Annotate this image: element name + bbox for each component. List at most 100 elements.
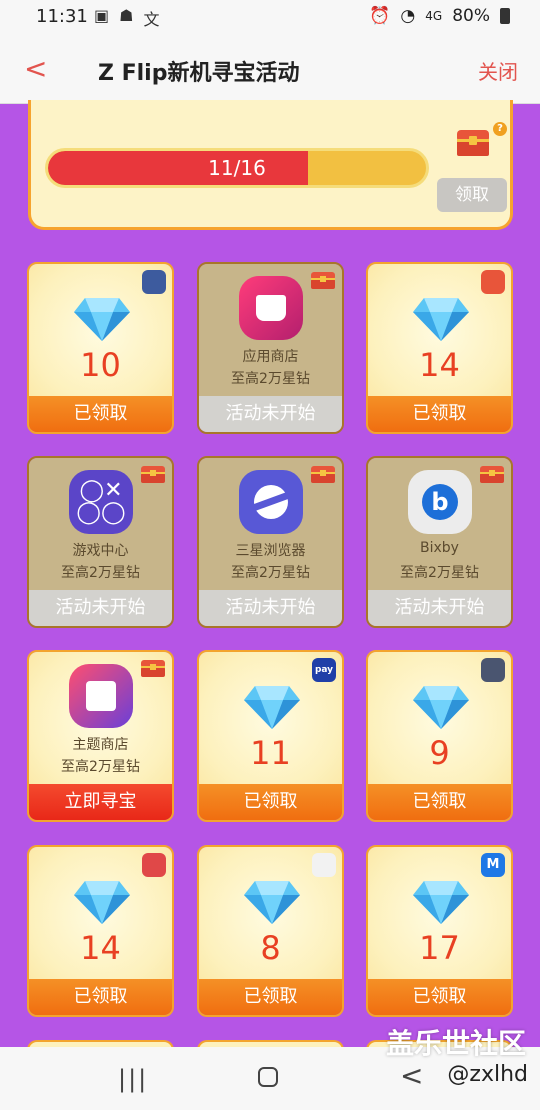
reward-card[interactable]: 17 M 已领取 xyxy=(366,845,513,1017)
app-card[interactable]: 应用商店至高2万星钻活动未开始 xyxy=(197,262,344,434)
nav-back-button[interactable]: < xyxy=(400,1059,423,1092)
card-body: 17 M xyxy=(368,847,511,983)
members-icon: M xyxy=(481,853,505,877)
status-time: 11:31 xyxy=(36,6,88,27)
start-hunt-button[interactable]: 立即寻宝 xyxy=(29,784,172,820)
wallet-icon xyxy=(142,853,166,877)
reward-value: 14 xyxy=(419,346,460,384)
watermark-handle: @zxlhd xyxy=(447,1062,528,1087)
progress-card: 11/16 ? 领取 xyxy=(28,100,513,230)
close-button[interactable]: 关闭 xyxy=(478,56,518,85)
app-card[interactable]: b Bixby 至高2万星钻 活动未开始 xyxy=(366,456,513,628)
page-title: Z Flip新机寻宝活动 xyxy=(98,61,300,86)
progress-bar: 11/16 xyxy=(45,148,429,188)
diamond-icon xyxy=(73,879,131,925)
app-name: 游戏中心 xyxy=(72,543,129,559)
connect-icon xyxy=(312,853,336,877)
progress-text: 11/16 xyxy=(208,156,266,180)
diamond-icon xyxy=(412,684,470,730)
reward-subtitle: 至高2万星钻 xyxy=(61,565,140,581)
signal-icon: 4G xyxy=(425,9,443,23)
reward-card[interactable]: 14 已领取 xyxy=(27,845,174,1017)
app-name: Bixby xyxy=(420,540,459,556)
watermark-text: 盖乐世社区 xyxy=(385,1027,526,1060)
reward-value: 9 xyxy=(429,734,450,772)
card-status-button[interactable]: 活动未开始 xyxy=(199,590,342,626)
treasure-chest-icon xyxy=(457,130,489,156)
gallery-icon: ▣ xyxy=(94,6,110,25)
claim-button[interactable]: 领取 xyxy=(437,178,507,212)
card-body: 11 pay xyxy=(199,652,342,788)
card-body: 14 xyxy=(368,264,511,400)
card-status-button[interactable]: 已领取 xyxy=(199,979,342,1015)
reward-value: 14 xyxy=(80,929,121,967)
reward-subtitle: 至高2万星钻 xyxy=(61,759,140,775)
app-notification-icon: ☗ xyxy=(119,6,134,25)
lock-icon xyxy=(481,658,505,682)
game-center-icon: ◯✕ ◯◯ xyxy=(69,470,133,534)
card-status-button[interactable]: 活动未开始 xyxy=(368,590,511,626)
app-header: < Z Flip新机寻宝活动 关闭 xyxy=(0,34,540,104)
themes-icon xyxy=(69,664,133,728)
card-body: 9 xyxy=(368,652,511,788)
chest-icon xyxy=(140,658,166,678)
chest-icon xyxy=(479,464,505,484)
notification-icons: ▣ ☗ 文 xyxy=(94,6,159,30)
card-status-button[interactable]: 已领取 xyxy=(368,979,511,1015)
app-card[interactable]: ◯✕ ◯◯ 游戏中心至高2万星钻活动未开始 xyxy=(27,456,174,628)
cn-notification-icon: 文 xyxy=(143,10,160,29)
browser-icon xyxy=(239,470,303,534)
chest-icon xyxy=(140,464,166,484)
card-status-button[interactable]: 已领取 xyxy=(368,396,511,432)
alarm-icon: ⏰ xyxy=(369,6,391,26)
wifi-icon: ◔ xyxy=(400,6,416,26)
diamond-icon xyxy=(73,296,131,342)
card-status-button[interactable]: 已领取 xyxy=(29,979,172,1015)
card-body: 8 xyxy=(199,847,342,983)
diamond-icon xyxy=(412,879,470,925)
status-right: ⏰ ◔ 4G 80% xyxy=(369,6,510,26)
diamond-icon xyxy=(243,879,301,925)
help-icon[interactable]: ? xyxy=(493,122,507,136)
reward-value: 11 xyxy=(250,734,291,772)
card-status-button[interactable]: 活动未开始 xyxy=(199,396,342,432)
chest-icon xyxy=(310,464,336,484)
reward-value: 8 xyxy=(260,929,281,967)
app-name: 应用商店 xyxy=(242,349,299,365)
registered-icon xyxy=(142,270,166,294)
check-icon xyxy=(481,270,505,294)
app-name: 主题商店 xyxy=(72,737,129,753)
home-button[interactable] xyxy=(258,1067,278,1087)
card-status-button[interactable]: 活动未开始 xyxy=(29,590,172,626)
app-card[interactable]: 三星浏览器 至高2万星钻 活动未开始 xyxy=(197,456,344,628)
reward-card[interactable]: 10 已领取 xyxy=(27,262,174,434)
card-body: 主题商店至高2万星钻 xyxy=(29,652,172,788)
reward-card[interactable]: 14 已领取 xyxy=(366,262,513,434)
pay-icon: pay xyxy=(312,658,336,682)
card-body: b Bixby 至高2万星钻 xyxy=(368,458,511,594)
reward-value: 10 xyxy=(80,346,121,384)
chest-icon xyxy=(310,270,336,290)
battery-percent: 80% xyxy=(452,6,490,26)
card-body: 10 xyxy=(29,264,172,400)
card-body: 14 xyxy=(29,847,172,983)
reward-subtitle: 至高2万星钻 xyxy=(231,371,310,387)
app-name: 三星浏览器 xyxy=(235,543,306,559)
app-card[interactable]: 主题商店至高2万星钻立即寻宝 xyxy=(27,650,174,822)
card-status-button[interactable]: 已领取 xyxy=(199,784,342,820)
reward-card[interactable]: 8 已领取 xyxy=(197,845,344,1017)
diamond-icon xyxy=(243,684,301,730)
back-icon[interactable]: < xyxy=(24,52,47,85)
battery-icon xyxy=(500,8,510,24)
reward-card[interactable]: 11 pay 已领取 xyxy=(197,650,344,822)
card-body: 三星浏览器 至高2万星钻 xyxy=(199,458,342,594)
card-status-button[interactable]: 已领取 xyxy=(29,396,172,432)
card-body: 应用商店至高2万星钻 xyxy=(199,264,342,400)
recents-button[interactable]: ||| xyxy=(118,1065,148,1093)
card-status-button[interactable]: 已领取 xyxy=(368,784,511,820)
reward-card[interactable]: 9 已领取 xyxy=(366,650,513,822)
reward-value: 17 xyxy=(419,929,460,967)
diamond-icon xyxy=(412,296,470,342)
galaxy-store-icon xyxy=(239,276,303,340)
reward-subtitle: 至高2万星钻 xyxy=(400,565,479,581)
